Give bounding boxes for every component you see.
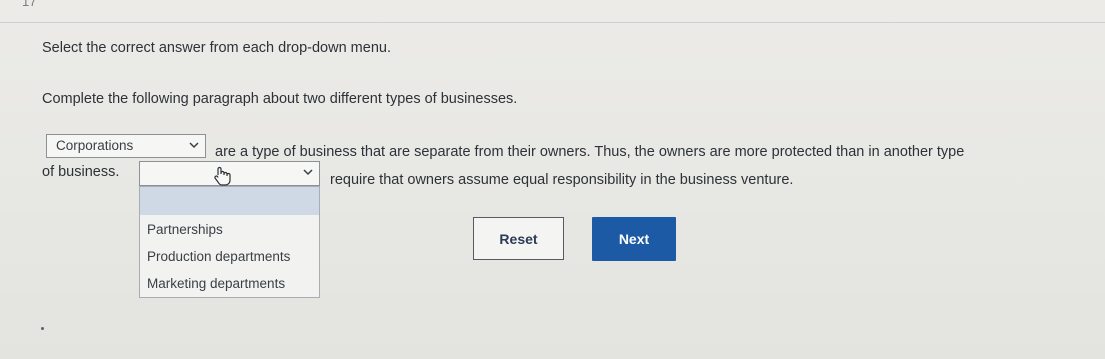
dropdown-option-blank-highlighted[interactable] <box>140 187 319 215</box>
dropdown-2[interactable] <box>139 161 320 186</box>
dropdown-option[interactable]: Partnerships <box>147 222 223 237</box>
dropdown-option[interactable]: Production departments <box>147 249 290 264</box>
chevron-down-icon <box>303 169 313 176</box>
dropdown-1[interactable]: Corporations <box>46 134 206 158</box>
paragraph-line-2-prefix: of business. <box>42 164 120 180</box>
hand-pointer-icon <box>214 166 231 186</box>
decorative-dot <box>41 327 44 330</box>
prompt-text: Complete the following paragraph about t… <box>42 91 518 107</box>
next-button[interactable]: Next <box>592 217 676 261</box>
dropdown-1-value: Corporations <box>56 138 134 153</box>
chevron-down-icon <box>189 142 199 149</box>
paragraph-line-1: are a type of business that are separate… <box>215 144 965 160</box>
instruction-text: Select the correct answer from each drop… <box>42 40 391 56</box>
top-divider <box>0 22 1105 23</box>
reset-button[interactable]: Reset <box>473 217 564 260</box>
paragraph-line-2-suffix: require that owners assume equal respons… <box>330 172 794 188</box>
dropdown-option[interactable]: Marketing departments <box>147 276 285 291</box>
page-marker: 17 <box>22 0 37 9</box>
dropdown-2-options-list: Partnerships Production departments Mark… <box>139 186 320 298</box>
